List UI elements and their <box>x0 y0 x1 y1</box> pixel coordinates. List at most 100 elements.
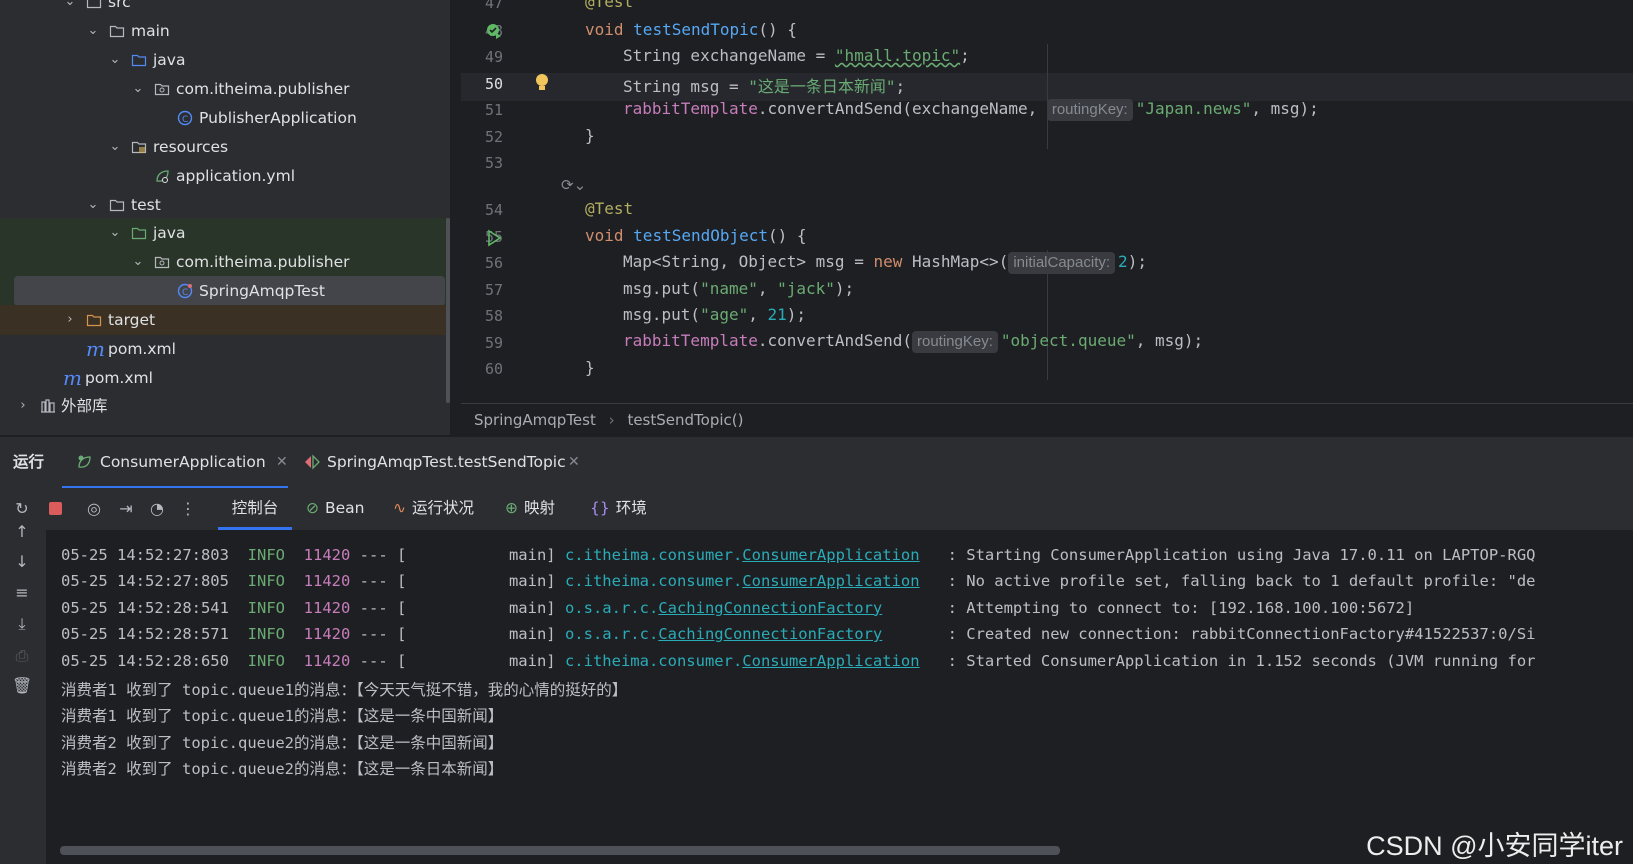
tree-item-spring-amqp-test[interactable]: C SpringAmqpTest <box>14 276 445 306</box>
class-icon: C <box>177 283 193 299</box>
more-icon[interactable]: ⋮ <box>178 499 198 519</box>
chevron-down-icon[interactable]: ⌄ <box>108 132 122 162</box>
excluded-folder-icon <box>86 314 102 327</box>
tab-mappings[interactable]: ⊕ 映射 <box>505 488 555 530</box>
tree-item-test-package[interactable]: ⌄ com.itheima.publisher <box>0 247 450 277</box>
tree-item-target[interactable]: › target <box>0 305 450 335</box>
tree-item-package[interactable]: ⌄ com.itheima.publisher <box>0 74 450 104</box>
indent-guide <box>1047 44 1048 149</box>
tab-consumer-application[interactable]: ConsumerApplication ✕ <box>62 437 288 489</box>
line-number: 51 <box>484 101 503 119</box>
tree-item-label: test <box>131 196 161 214</box>
test-source-folder-icon <box>131 227 147 240</box>
line-number: 47 <box>484 0 503 12</box>
code-line-58: msg.put("age", 21); <box>623 305 806 324</box>
log-logger-class[interactable]: CachingConnectionFactory <box>658 599 882 617</box>
chevron-down-icon[interactable]: ⌄ <box>108 45 122 75</box>
project-tree: ⌄ src ⌄ main ⌄ java ⌄ com.itheima.publis… <box>0 0 450 435</box>
horizontal-scrollbar[interactable] <box>60 846 1060 855</box>
tree-item-label: com.itheima.publisher <box>176 80 350 98</box>
code-line-51: rabbitTemplate.convertAndSend(exchangeNa… <box>623 99 1319 121</box>
folder-icon <box>109 199 125 212</box>
arrow-down-icon[interactable]: ↓ <box>12 552 32 572</box>
tree-item-external-libraries[interactable]: › 外部库 <box>0 391 450 421</box>
tree-item-resources[interactable]: ⌄ resources <box>0 132 450 162</box>
gauge-icon[interactable]: ◔ <box>147 499 167 519</box>
run-test-icon[interactable] <box>485 229 503 247</box>
log-message: : Starting ConsumerApplication using Jav… <box>947 546 1536 564</box>
chevron-down-icon[interactable]: ⌄ <box>131 74 145 104</box>
tree-item-label: target <box>108 311 156 329</box>
log-message: : Attempting to connect to: [192.168.100… <box>947 598 1415 617</box>
maven-icon: m <box>63 366 82 390</box>
log-logger-class[interactable]: ConsumerApplication <box>742 652 919 670</box>
field-name: rabbitTemplate <box>623 99 758 118</box>
log-timestamp: 05-25 14:52:28:571 <box>61 625 229 644</box>
log-logger-class[interactable]: ConsumerApplication <box>742 546 919 564</box>
code-editor[interactable]: 47 48 49 50 51 52 53 54 55 56 57 58 59 6… <box>461 0 1633 403</box>
tree-item-src[interactable]: ⌄ src <box>0 0 450 17</box>
chevron-down-icon[interactable]: ⌄ <box>63 0 77 17</box>
test-passed-run-icon[interactable] <box>485 22 503 40</box>
code-line-52: } <box>585 126 595 145</box>
close-icon[interactable]: ✕ <box>568 437 580 487</box>
breadcrumb-item[interactable]: SpringAmqpTest <box>474 411 596 429</box>
camera-icon[interactable]: ◎ <box>84 499 104 519</box>
package-icon <box>154 83 170 96</box>
tab-console[interactable]: 控制台 <box>218 488 292 530</box>
string-literal: "这是一条日本新闻" <box>748 77 896 96</box>
ai-assist-icon[interactable]: ⟳⌄ <box>561 176 586 194</box>
log-level: INFO <box>247 625 285 644</box>
line-number: 60 <box>484 360 503 378</box>
tab-spring-amqp-test[interactable]: SpringAmqpTest.testSendTopic ✕ <box>304 437 594 489</box>
chevron-down-icon[interactable]: ⌄ <box>86 190 100 220</box>
code-text: ; <box>895 77 906 96</box>
log-thread: main] <box>406 546 565 564</box>
tree-item-label: resources <box>153 138 229 156</box>
scroll-to-end-icon[interactable]: ⤓ <box>12 614 32 634</box>
code-text: () { <box>758 20 797 39</box>
exit-icon[interactable]: ⇥ <box>116 499 136 519</box>
stop-icon[interactable] <box>45 499 65 519</box>
tab-health[interactable]: ∿ 运行状况 <box>393 488 474 530</box>
log-pid: 11420 <box>303 598 351 617</box>
chevron-right-icon[interactable]: › <box>16 391 30 421</box>
output-line: 消费者1 收到了 topic.queue1的消息：【今天天气挺不错，我的心情的挺… <box>61 681 628 699</box>
method-name: testSendTopic <box>633 20 759 39</box>
console-output[interactable]: :: Spring Boot :: (v2.7.12) 05-25 14:52:… <box>46 530 1633 864</box>
line-number: 57 <box>484 281 503 299</box>
tree-item-test-java[interactable]: ⌄ java <box>0 218 450 248</box>
tab-bean[interactable]: ⊘ Bean <box>306 488 365 530</box>
tab-label: 运行状况 <box>412 499 475 517</box>
code-line-47: @Test <box>585 0 633 11</box>
chevron-down-icon[interactable]: ⌄ <box>108 218 122 248</box>
tree-item-pom-inner[interactable]: m pom.xml <box>0 334 450 364</box>
chevron-right-icon[interactable]: › <box>63 305 77 335</box>
log-timestamp: 05-25 14:52:28:650 <box>61 651 229 670</box>
log-logger-package: c.itheima.consumer. <box>564 572 743 591</box>
log-logger-class[interactable]: CachingConnectionFactory <box>658 625 882 643</box>
parameter-hint: routingKey: <box>1046 99 1133 121</box>
soft-wrap-icon[interactable]: ≡ <box>12 583 32 603</box>
breadcrumb-item[interactable]: testSendTopic() <box>627 411 743 429</box>
chevron-down-icon[interactable]: ⌄ <box>86 16 100 46</box>
tree-item-pom-outer[interactable]: m pom.xml <box>0 363 450 393</box>
tree-item-publisher-application[interactable]: C PublisherApplication <box>0 103 450 133</box>
rerun-icon[interactable]: ↻ <box>12 499 32 519</box>
string-literal: "age" <box>700 305 749 324</box>
tree-item-main[interactable]: ⌄ main <box>0 16 450 46</box>
trash-icon[interactable]: 🗑 <box>12 676 32 696</box>
chevron-down-icon[interactable]: ⌄ <box>131 247 145 277</box>
log-line: 05-25 14:52:27:803 INFO 11420 --- [ main… <box>61 546 1536 564</box>
tree-scrollbar[interactable] <box>446 218 450 403</box>
log-logger-class[interactable]: ConsumerApplication <box>742 572 919 590</box>
arrow-up-icon[interactable]: ↑ <box>12 522 32 542</box>
code-text: } <box>585 126 595 145</box>
lightbulb-icon[interactable] <box>533 73 551 93</box>
tree-item-test[interactable]: ⌄ test <box>0 190 450 220</box>
tree-item-application-yml[interactable]: application.yml <box>0 161 450 191</box>
tree-item-java[interactable]: ⌄ java <box>0 45 450 75</box>
tab-environment[interactable]: {} 环境 <box>590 488 647 530</box>
print-icon[interactable]: ⎙ <box>12 646 32 666</box>
close-icon[interactable]: ✕ <box>276 437 288 487</box>
